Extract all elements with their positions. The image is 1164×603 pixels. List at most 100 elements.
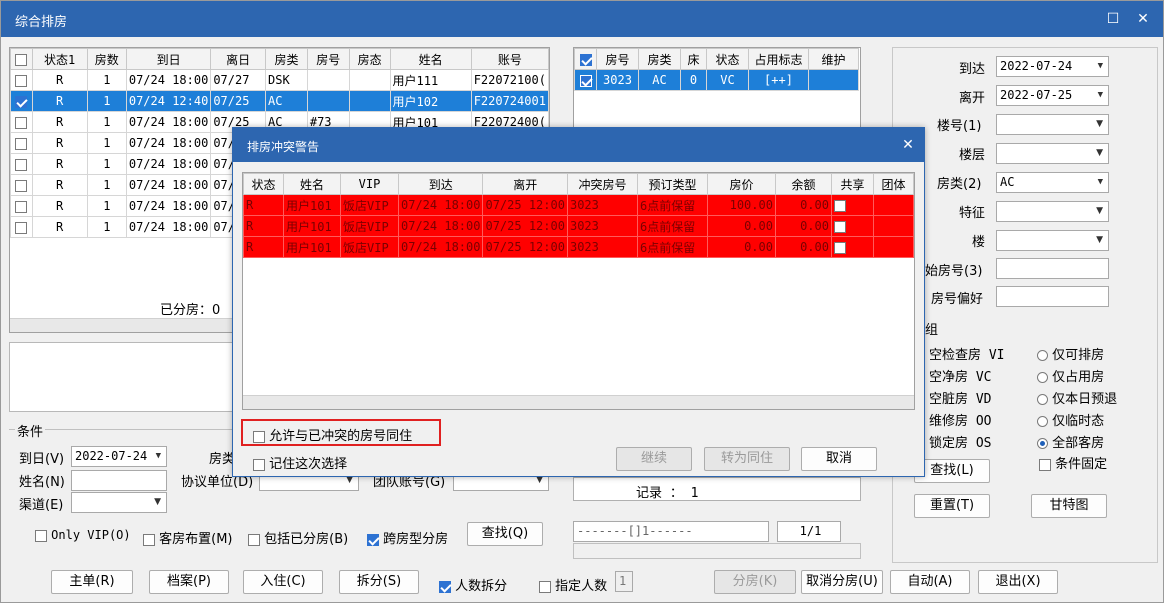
row-checkbox[interactable] (10, 69, 33, 91)
dcol-arrive[interactable]: 到达 (397, 173, 484, 195)
dialog-close-icon[interactable]: ✕ (899, 136, 917, 154)
main-order-button[interactable]: 主单(R) (51, 570, 133, 594)
fix-condition-checkbox[interactable] (1039, 458, 1051, 471)
table-row[interactable]: R 1 07/24 12:40 07/25 AC 用户102 F220724001 (10, 90, 549, 112)
share-checkbox[interactable] (830, 236, 874, 258)
conflict-scrollbar[interactable] (243, 395, 914, 409)
row-checkbox[interactable] (10, 195, 33, 217)
dcol-depart[interactable]: 离开 (482, 173, 568, 195)
find-q-button[interactable]: 查找(Q) (467, 522, 543, 546)
dcol-group[interactable]: 团体 (872, 173, 914, 195)
maximize-icon[interactable]: ☐ (1104, 10, 1122, 28)
col-occupy[interactable]: 占用标志 (748, 48, 809, 70)
dialog-cancel-button[interactable]: 取消 (801, 447, 877, 471)
arrive-date-combo[interactable]: 2022-07-24 (71, 446, 167, 467)
conflict-row[interactable]: R 用户101 饭店VIP 07/24 18:00 07/25 12:00 3023 6点前… (243, 215, 914, 237)
col-rooms[interactable]: 房数 (86, 48, 127, 70)
set-people-checkbox[interactable] (539, 580, 551, 593)
cross-type-option[interactable]: 跨房型分房 (367, 528, 448, 547)
tower-combo[interactable] (996, 230, 1109, 251)
dcol-conflict-room[interactable]: 冲突房号 (566, 173, 638, 195)
allow-share-checkbox[interactable] (253, 430, 265, 443)
room-layout-checkbox[interactable] (143, 533, 155, 546)
conflict-row[interactable]: R 用户101 饭店VIP 07/24 18:00 07/25 12:00 3023 6点前… (243, 194, 914, 216)
to-share-button[interactable]: 转为同住 (704, 447, 790, 471)
channel-combo[interactable] (71, 492, 167, 513)
dcol-booking-type[interactable]: 预订类型 (636, 173, 708, 195)
status-option[interactable]: 空净房 VC (929, 366, 991, 385)
assign-room-button[interactable]: 分房(K) (714, 570, 796, 594)
remember-checkbox[interactable] (253, 458, 265, 471)
col-room-no[interactable]: 房号 (596, 48, 639, 70)
checkin-button[interactable]: 入住(C) (243, 570, 323, 594)
col-maintain[interactable]: 维护 (808, 48, 859, 70)
conflict-row[interactable]: R 用户101 饭店VIP 07/24 18:00 07/25 12:00 3023 6点前… (243, 236, 914, 258)
dcol-balance[interactable]: 余额 (774, 173, 832, 195)
close-icon[interactable]: ✕ (1134, 10, 1152, 28)
filter-radio-option[interactable]: 仅可排房 (1037, 344, 1104, 363)
col-room-type[interactable]: 房类 (638, 48, 681, 70)
exit-button[interactable]: 退出(X) (978, 570, 1058, 594)
status-option[interactable]: 锁定房 OS (929, 432, 991, 451)
filter-radio-option[interactable]: 仅占用房 (1037, 366, 1104, 385)
radio-button[interactable] (1037, 416, 1048, 427)
row-checkbox[interactable] (10, 153, 33, 175)
room-pref-input[interactable] (996, 286, 1109, 307)
dcol-status[interactable]: 状态 (243, 173, 284, 195)
include-assigned-option[interactable]: 包括已分房(B) (248, 528, 348, 547)
arrive-combo[interactable]: 2022-07-24 (996, 56, 1109, 77)
row-checkbox[interactable] (10, 174, 33, 196)
right-roomtype-combo[interactable]: AC (996, 172, 1109, 193)
name-input[interactable] (71, 470, 167, 491)
filter-radio-option[interactable]: 仅临时态 (1037, 410, 1104, 429)
set-people-option[interactable]: 指定人数 (539, 575, 607, 594)
col-name[interactable]: 姓名 (389, 48, 472, 70)
col-room-state[interactable]: 状态 (706, 48, 749, 70)
floor-combo[interactable] (996, 143, 1109, 164)
profile-button[interactable]: 档案(P) (149, 570, 229, 594)
row-checkbox[interactable] (10, 111, 33, 133)
split-by-people-checkbox[interactable] (439, 580, 451, 593)
fix-condition-option[interactable]: 条件固定 (1039, 453, 1107, 472)
table-row[interactable]: 3023 AC 0 VC [++] (574, 69, 859, 91)
radio-button[interactable] (1037, 438, 1048, 449)
reset-button[interactable]: 重置(T) (914, 494, 990, 518)
filter-radio-option[interactable]: 全部客房 (1037, 432, 1104, 451)
status-option[interactable]: 空检查房 VI (929, 344, 1004, 363)
only-vip-option[interactable]: Only VIP(O) (35, 528, 131, 543)
radio-button[interactable] (1037, 350, 1048, 361)
depart-combo[interactable]: 2022-07-25 (996, 85, 1109, 106)
room-layout-option[interactable]: 客房布置(M) (143, 528, 233, 547)
radio-button[interactable] (1037, 372, 1048, 383)
col-roomno[interactable]: 房号 (306, 48, 350, 70)
dcol-rate[interactable]: 房价 (706, 173, 776, 195)
dcol-name[interactable]: 姓名 (283, 173, 341, 195)
status-option[interactable]: 空脏房 VD (929, 388, 991, 407)
col-arrive[interactable]: 到日 (125, 48, 212, 70)
room-select-all-checkbox[interactable] (574, 48, 597, 70)
allow-share-option[interactable]: 允许与已冲突的房号同住 (253, 425, 412, 444)
search-l-button[interactable]: 查找(L) (914, 459, 990, 483)
dcol-vip[interactable]: VIP (340, 173, 399, 195)
radio-button[interactable] (1037, 394, 1048, 405)
cross-type-checkbox[interactable] (367, 533, 379, 546)
row-checkbox[interactable] (10, 216, 33, 238)
row-checkbox[interactable] (10, 90, 33, 112)
col-account[interactable]: 账号 (470, 48, 549, 70)
feature-combo[interactable] (996, 201, 1109, 222)
auto-button[interactable]: 自动(A) (890, 570, 970, 594)
cancel-assign-button[interactable]: 取消分房(U) (801, 570, 883, 594)
col-bed[interactable]: 床 (680, 48, 707, 70)
include-assigned-checkbox[interactable] (248, 533, 260, 546)
split-button[interactable]: 拆分(S) (339, 570, 419, 594)
room-row-checkbox[interactable] (574, 69, 597, 91)
col-depart[interactable]: 离日 (210, 48, 267, 70)
col-roomtype[interactable]: 房类 (265, 48, 308, 70)
split-by-people-option[interactable]: 人数拆分 (439, 575, 507, 594)
gantt-button[interactable]: 甘特图 (1031, 494, 1107, 518)
col-status1[interactable]: 状态1 (31, 48, 88, 70)
remember-option[interactable]: 记住这次选择 (253, 453, 347, 472)
share-checkbox[interactable] (830, 215, 874, 237)
only-vip-checkbox[interactable] (35, 529, 47, 542)
select-all-checkbox[interactable] (10, 48, 33, 70)
